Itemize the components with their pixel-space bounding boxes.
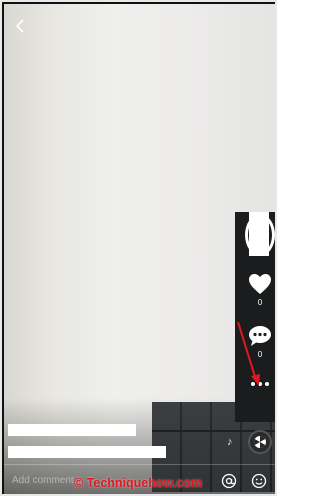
watermark-text: © Techniquehow.com xyxy=(74,476,202,490)
caption-redaction-2 xyxy=(8,446,166,458)
heart-icon xyxy=(249,274,271,294)
video-screen: 0 0 ♪ Add comment... © Techniquehow.com xyxy=(0,0,277,496)
caption-redaction-1 xyxy=(8,424,136,436)
music-note-icon: ♪ xyxy=(227,436,233,448)
smiley-icon xyxy=(251,473,267,488)
like-count: 0 xyxy=(257,298,263,307)
back-button[interactable] xyxy=(10,14,30,38)
avatar-redaction xyxy=(249,212,269,256)
chevron-left-icon xyxy=(15,19,24,33)
at-sign-icon xyxy=(221,473,237,488)
like-button[interactable]: 0 xyxy=(243,272,275,307)
sound-icon xyxy=(253,436,266,448)
red-arrow-annotation xyxy=(237,321,260,386)
watermark: © Techniquehow.com xyxy=(74,476,202,490)
emoji-button[interactable] xyxy=(249,471,269,491)
sound-disc-button[interactable] xyxy=(248,430,272,454)
mention-button[interactable] xyxy=(219,471,239,491)
